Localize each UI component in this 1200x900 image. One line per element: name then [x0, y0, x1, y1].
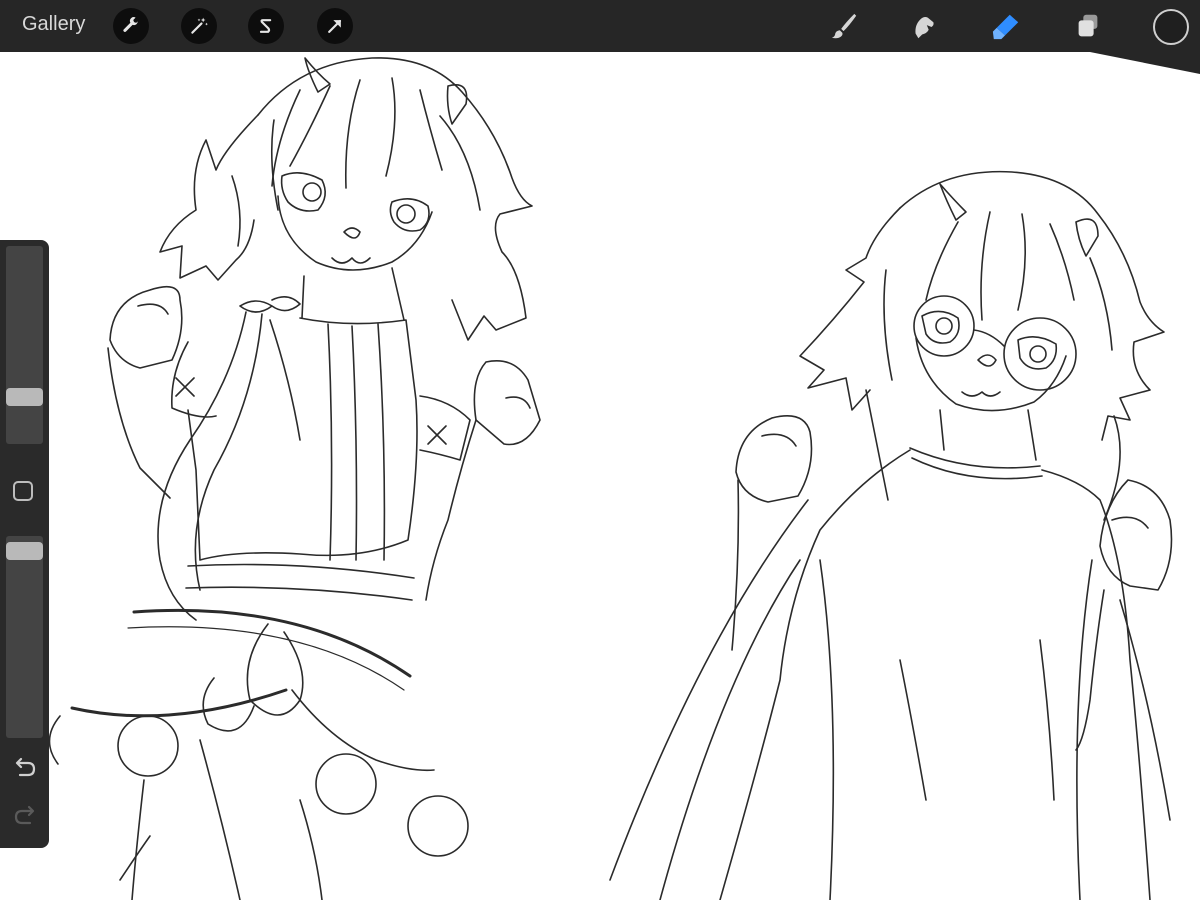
eraser-icon [992, 14, 1019, 40]
opacity-slider-thumb[interactable] [6, 542, 43, 560]
eraser-tool[interactable] [988, 8, 1024, 44]
brush-icon [831, 13, 857, 39]
right-character-sketch [609, 170, 1173, 900]
drawing-canvas[interactable] [0, 52, 1200, 900]
brush-size-slider[interactable] [6, 246, 43, 444]
layers-icon [1078, 14, 1098, 37]
color-picker-button[interactable] [1153, 9, 1189, 45]
opacity-slider[interactable] [6, 536, 43, 738]
adjustments-button[interactable] [181, 8, 217, 44]
actions-button[interactable] [113, 8, 149, 44]
smudge-tool[interactable] [906, 8, 942, 44]
wrench-icon [123, 17, 139, 32]
transform-arrow-icon [328, 19, 342, 33]
top-toolbar: Gallery [0, 0, 1200, 52]
selection-icon [259, 19, 272, 33]
left-character-sketch [48, 57, 541, 900]
modify-button[interactable] [13, 481, 33, 501]
gallery-button[interactable]: Gallery [22, 13, 85, 36]
redo-icon[interactable] [12, 803, 38, 829]
layers-button[interactable] [1070, 8, 1106, 44]
paint-brush-tool[interactable] [826, 8, 862, 44]
selection-button[interactable] [248, 8, 284, 44]
undo-icon[interactable] [12, 755, 38, 781]
brush-size-slider-thumb[interactable] [6, 388, 43, 406]
left-sidebar [0, 240, 49, 848]
transform-button[interactable] [317, 8, 353, 44]
smudge-icon [915, 16, 934, 39]
magic-wand-icon [191, 17, 208, 34]
